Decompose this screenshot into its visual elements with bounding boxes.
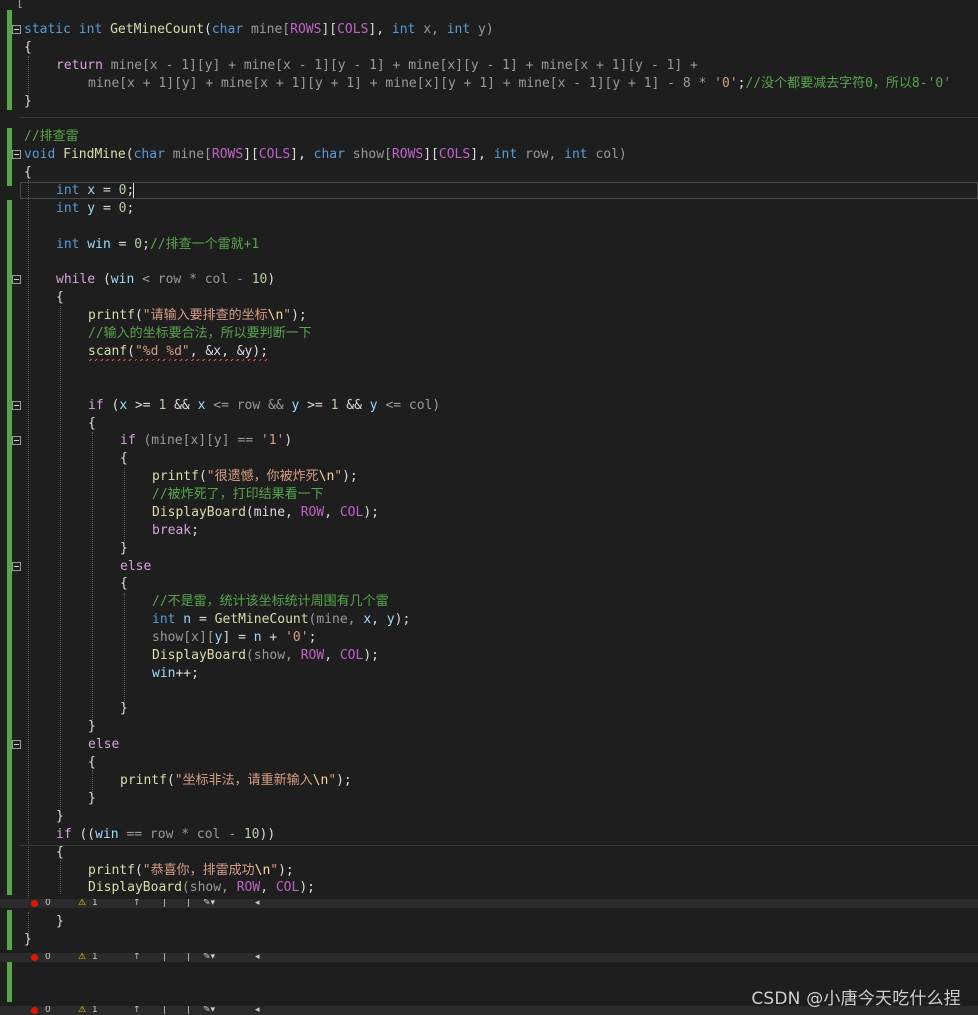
code-line: { [120, 576, 128, 591]
code-line: int x = 0; [56, 183, 135, 198]
code-line: { [24, 165, 32, 180]
code-line: printf("请输入要排查的坐标\n"); [88, 308, 307, 323]
code-line: } [24, 94, 32, 109]
code-line: void FindMine(char mine[ROWS][COLS], cha… [0, 146, 978, 164]
code-line: int y = 0; [56, 201, 135, 216]
warning-icon: ⚠ [78, 953, 87, 962]
fold-toggle-icon[interactable] [12, 275, 21, 284]
fold-toggle-icon[interactable] [12, 562, 21, 571]
code-line: break; [152, 523, 199, 538]
fold-toggle-icon[interactable] [12, 401, 21, 410]
divider: | [187, 953, 191, 962]
code-line: { [88, 755, 96, 770]
truncated-code-line: [ [16, 0, 24, 10]
fold-toggle-icon[interactable] [12, 740, 21, 749]
error-squiggle [88, 359, 270, 361]
scroll-left-icon[interactable]: ◂ [255, 953, 260, 962]
code-line: { [24, 40, 32, 55]
code-line: { [56, 845, 64, 860]
brush-icon[interactable]: ✎▾ [203, 899, 215, 908]
scroll-left-icon[interactable]: ◂ [255, 1006, 260, 1015]
code-line: int n = GetMineCount(mine, x, y); [152, 612, 411, 627]
code-line: //排查雷 [24, 129, 79, 144]
fold-toggle-icon[interactable] [12, 150, 21, 159]
watermark: CSDN @小唐今天吃什么捏 [751, 989, 961, 1009]
code-line: } [88, 791, 96, 806]
code-line: { [56, 290, 64, 305]
code-line: } [24, 932, 32, 947]
code-line: int win = 0;//排查一个雷就+1 [56, 237, 260, 252]
arrow-up-icon[interactable]: ↑ [133, 899, 141, 908]
code-line: printf("很遗憾，你被炸死\n"); [152, 469, 358, 484]
error-status-bar[interactable]: 0 ⚠ 1 ↑ | | ✎▾ ◂ [0, 953, 978, 962]
code-line: printf("坐标非法，请重新输入\n"); [120, 773, 352, 788]
error-count: 0 [45, 953, 51, 962]
divider: | [163, 1006, 167, 1015]
code-line: else [0, 736, 978, 754]
code-line: if (mine[x][y] == '1') [0, 432, 978, 450]
code-line: show[x][y] = n + '0'; [152, 630, 317, 645]
code-line: } [120, 541, 128, 556]
code-line: DisplayBoard(show, ROW, COL); [88, 880, 315, 895]
code-line: if (x >= 1 && x <= row && y >= 1 && y <=… [0, 397, 978, 415]
code-line: } [88, 719, 96, 734]
fold-toggle-icon[interactable] [12, 436, 21, 445]
code-line: //被炸死了，打印结果看一下 [152, 487, 324, 502]
text-caret [133, 183, 134, 198]
error-count: 0 [45, 1006, 51, 1015]
fold-toggle-icon[interactable] [12, 25, 21, 34]
code-line: { [88, 416, 96, 431]
brush-icon[interactable]: ✎▾ [203, 953, 215, 962]
error-icon [31, 954, 38, 961]
divider: | [187, 899, 191, 908]
code-line: static int GetMineCount(char mine[ROWS][… [0, 21, 978, 39]
line-separator [20, 117, 978, 118]
error-icon [31, 1007, 38, 1014]
error-count: 0 [45, 899, 51, 908]
code-line: win++; [152, 666, 199, 681]
code-line: { [120, 451, 128, 466]
warning-icon: ⚠ [78, 1006, 87, 1015]
code-line: printf("恭喜你，排雷成功\n"); [88, 863, 294, 878]
code-line: //不是雷，统计该坐标统计周围有几个雷 [152, 594, 389, 609]
brush-icon[interactable]: ✎▾ [203, 1006, 215, 1015]
code-line: else [0, 558, 978, 576]
code-line: DisplayBoard(mine, ROW, COL); [152, 505, 379, 520]
code-line: return mine[x - 1][y] + mine[x - 1][y - … [56, 58, 698, 73]
arrow-up-icon[interactable]: ↑ [133, 1006, 141, 1015]
warning-icon: ⚠ [78, 899, 87, 908]
warning-count: 1 [92, 953, 98, 962]
scroll-left-icon[interactable]: ◂ [255, 899, 260, 908]
divider: | [163, 953, 167, 962]
divider: | [163, 899, 167, 908]
code-line: } [56, 914, 64, 929]
code-line: } [120, 701, 128, 716]
warning-count: 1 [92, 899, 98, 908]
divider: | [187, 1006, 191, 1015]
code-line: while (win < row * col - 10) [0, 271, 978, 289]
change-indicator [7, 962, 12, 1002]
code-line: mine[x + 1][y] + mine[x + 1][y + 1] + mi… [88, 76, 952, 91]
error-status-bar[interactable]: 0 ⚠ 1 ↑ | | ✎▾ ◂ [0, 899, 978, 908]
code-line: //输入的坐标要合法，所以要判断一下 [88, 326, 312, 341]
code-editor[interactable]: [ static int GetMineCount(char mine[ROWS… [0, 0, 978, 1015]
code-line: } [56, 809, 64, 824]
code-line: DisplayBoard(show, ROW, COL); [152, 648, 379, 663]
code-line: if ((win == row * col - 10)) [56, 827, 276, 842]
arrow-up-icon[interactable]: ↑ [133, 953, 141, 962]
warning-count: 1 [92, 1006, 98, 1015]
error-icon [31, 900, 38, 907]
